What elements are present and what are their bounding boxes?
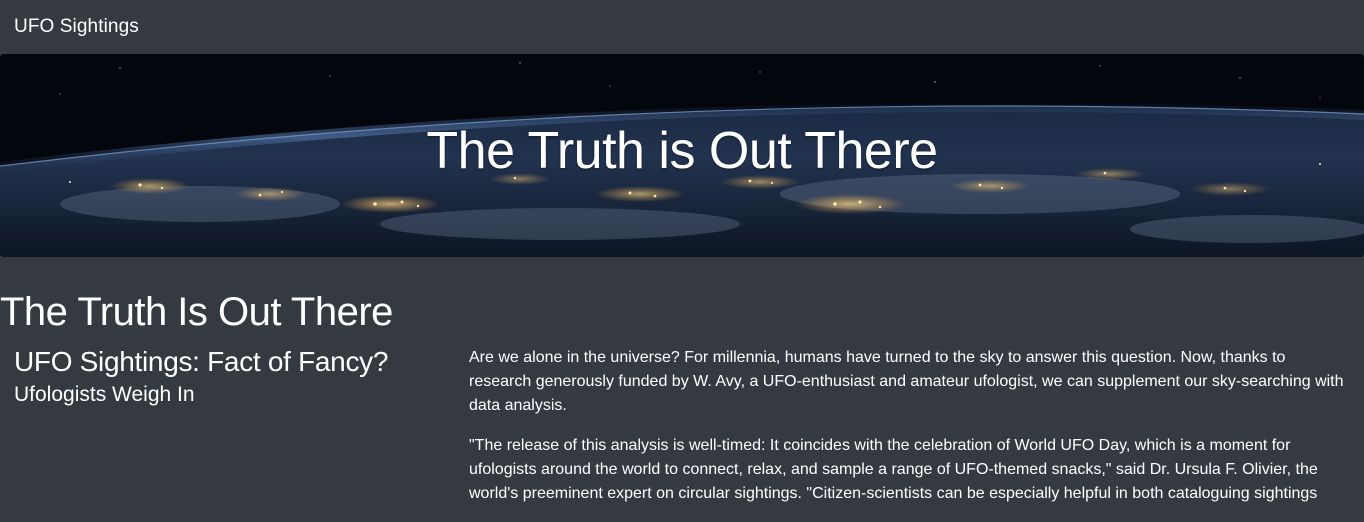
navbar: UFO Sightings [0,0,1364,54]
page-title: The Truth Is Out There [0,290,393,334]
article-subtitle: Ufologists Weigh In [14,383,195,406]
hero-banner: The Truth is Out There [0,54,1364,257]
hero-title: The Truth is Out There [426,122,938,180]
article-heading-column: UFO Sightings: Fact of Fancy? Ufologists… [14,344,444,410]
article-paragraph: "The release of this analysis is well-ti… [469,437,1318,502]
article-paragraph: Are we alone in the universe? For millen… [469,349,1344,414]
article-body: Are we alone in the universe? For millen… [469,346,1349,522]
article-title: UFO Sightings: Fact of Fancy? [14,346,389,377]
navbar-brand-link[interactable]: UFO Sightings [14,16,139,38]
